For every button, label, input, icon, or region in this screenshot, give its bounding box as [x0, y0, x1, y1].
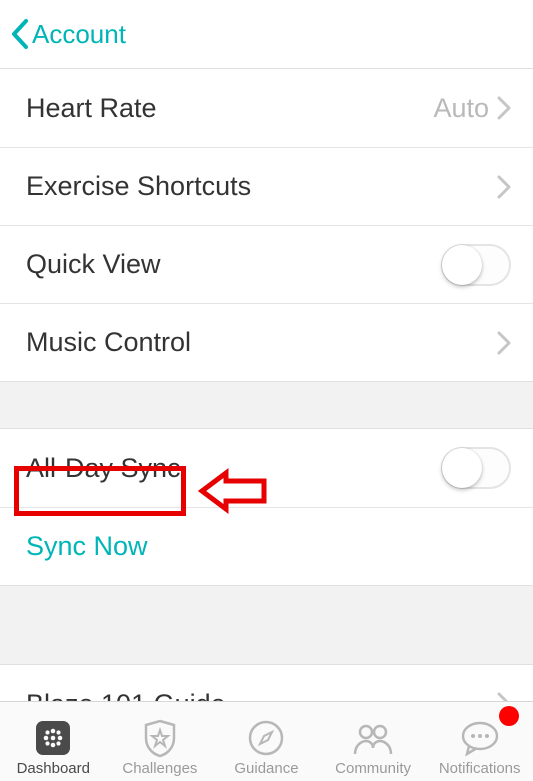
row-right: Auto [433, 93, 511, 124]
row-label: Music Control [26, 327, 191, 358]
row-all-day-sync: All-Day Sync [0, 429, 533, 507]
tab-label: Notifications [439, 760, 521, 777]
row-right [441, 447, 511, 489]
back-button[interactable]: Account [10, 18, 126, 50]
tab-bar: Dashboard Challenges Guidance [0, 701, 533, 781]
row-exercise-shortcuts[interactable]: Exercise Shortcuts [0, 147, 533, 225]
tab-guidance[interactable]: Guidance [213, 702, 320, 781]
tab-community[interactable]: Community [320, 702, 427, 781]
tab-notifications[interactable]: Notifications [426, 702, 533, 781]
row-heart-rate[interactable]: Heart Rate Auto [0, 69, 533, 147]
row-right [441, 244, 511, 286]
row-right [497, 175, 511, 199]
row-right [497, 331, 511, 355]
toggle-knob [442, 448, 482, 488]
tab-dashboard[interactable]: Dashboard [0, 702, 107, 781]
chevron-right-icon [497, 331, 511, 355]
tab-label: Community [335, 760, 411, 777]
settings-section-1: Heart Rate Auto Exercise Shortcuts Quick… [0, 68, 533, 382]
dashboard-icon [33, 716, 73, 760]
chevron-right-icon [497, 96, 511, 120]
chevron-left-icon [10, 18, 30, 50]
row-music-control[interactable]: Music Control [0, 303, 533, 381]
row-sync-now[interactable]: Sync Now [0, 507, 533, 585]
toggle-knob [442, 245, 482, 285]
all-day-sync-toggle[interactable] [441, 447, 511, 489]
people-icon [351, 716, 395, 760]
chat-icon [459, 716, 501, 760]
row-label: Exercise Shortcuts [26, 171, 251, 202]
row-label: Heart Rate [26, 93, 157, 124]
notification-badge [499, 706, 519, 726]
tab-label: Dashboard [17, 760, 90, 777]
row-label: All-Day Sync [26, 453, 181, 484]
tab-challenges[interactable]: Challenges [107, 702, 214, 781]
back-label: Account [32, 19, 126, 50]
section-gap [0, 586, 533, 664]
row-quick-view: Quick View [0, 225, 533, 303]
row-label: Quick View [26, 249, 161, 280]
tab-label: Challenges [122, 760, 197, 777]
nav-header: Account [0, 0, 533, 68]
chevron-right-icon [497, 175, 511, 199]
compass-icon [246, 716, 286, 760]
row-value: Auto [433, 93, 489, 124]
settings-section-2: All-Day Sync Sync Now [0, 428, 533, 586]
quick-view-toggle[interactable] [441, 244, 511, 286]
row-label: Sync Now [26, 531, 148, 562]
section-gap [0, 382, 533, 428]
tab-label: Guidance [234, 760, 298, 777]
shield-icon [141, 716, 179, 760]
